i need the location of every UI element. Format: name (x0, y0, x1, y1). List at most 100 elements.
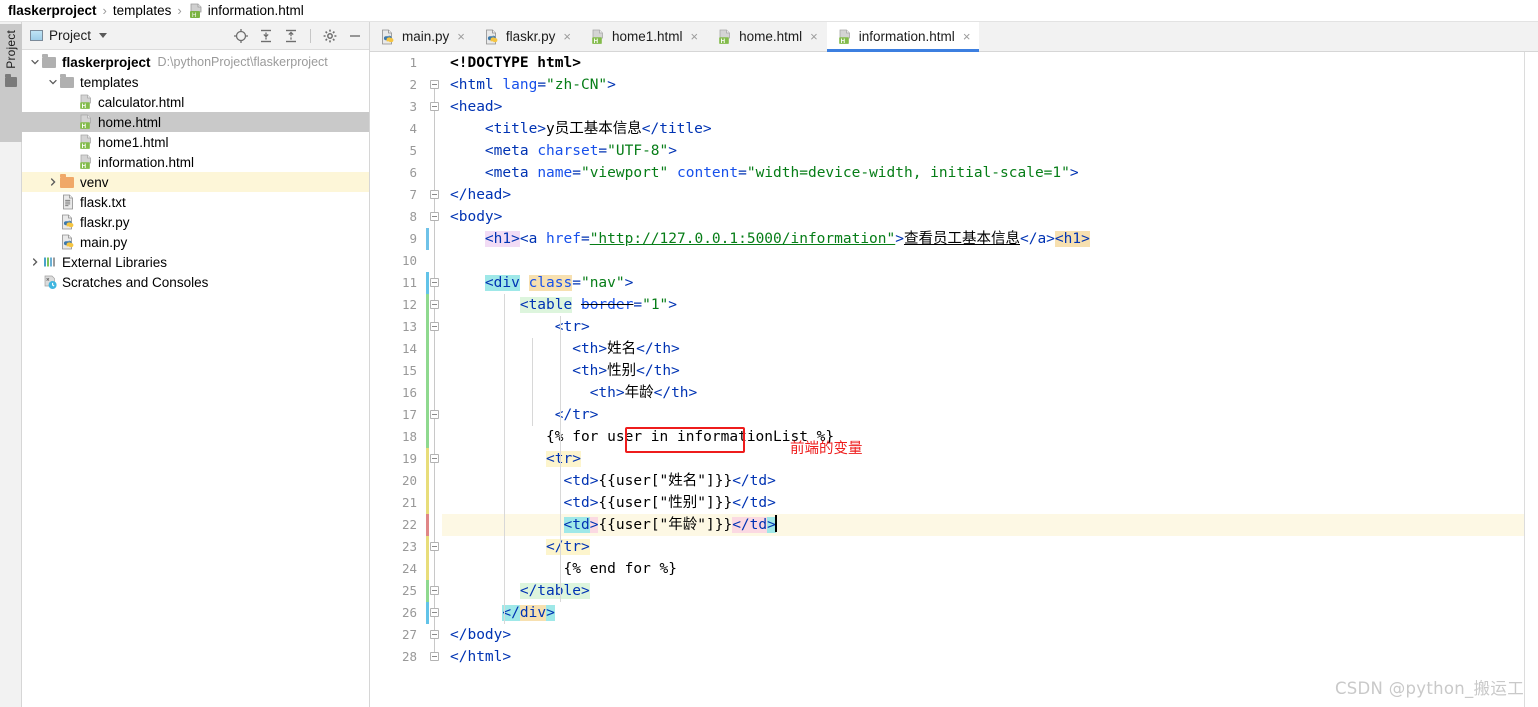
line-number: 4 (409, 121, 417, 136)
line-number: 6 (409, 165, 417, 180)
code-line[interactable]: <tr> (442, 316, 1524, 338)
close-icon[interactable]: × (563, 30, 571, 43)
gear-icon[interactable] (322, 28, 338, 44)
close-icon[interactable]: × (810, 30, 818, 43)
editor-tab-information-html[interactable]: Hinformation.html × (826, 22, 980, 52)
fold-toggle[interactable] (430, 542, 439, 551)
editor-tab-main-py[interactable]: main.py × (370, 22, 474, 51)
code-line[interactable]: </html> (442, 646, 1524, 668)
close-icon[interactable]: × (963, 30, 971, 43)
fold-toggle[interactable] (430, 212, 439, 221)
svg-text:H: H (594, 37, 599, 44)
breadcrumb-item-file[interactable]: H information.html (188, 3, 304, 19)
chevron-right-icon[interactable] (46, 177, 60, 187)
breadcrumb-item-project[interactable]: flaskerproject (8, 3, 97, 18)
fold-toggle[interactable] (430, 102, 439, 111)
code-line[interactable]: <head> (442, 96, 1524, 118)
code-line[interactable] (442, 250, 1524, 272)
chevron-right-icon[interactable] (28, 257, 42, 267)
code-line[interactable]: <meta charset="UTF-8"> (442, 140, 1524, 162)
chevron-down-icon[interactable] (28, 57, 42, 67)
code-line[interactable]: <td>{{user["年龄"]}}</td> (442, 514, 1524, 536)
code-line[interactable]: </table> (442, 580, 1524, 602)
code-line[interactable]: <table border="1"> (442, 294, 1524, 316)
code-line[interactable]: <td>{{user["性别"]}}</td> (442, 492, 1524, 514)
code-line[interactable]: </div> (442, 602, 1524, 624)
fold-toggle[interactable] (430, 652, 439, 661)
code-line[interactable]: <td>{{user["姓名"]}}</td> (442, 470, 1524, 492)
code-line[interactable]: <body> (442, 206, 1524, 228)
locate-icon[interactable] (233, 28, 249, 44)
tree-node-external-libraries[interactable]: External Libraries (22, 252, 369, 272)
code-line[interactable]: <th>性别</th> (442, 360, 1524, 382)
minimize-icon[interactable] (347, 28, 363, 44)
vcs-change-marker (426, 536, 429, 580)
tree-node-flask-txt[interactable]: flask.txt (22, 192, 369, 212)
fold-toggle[interactable] (430, 278, 439, 287)
code-line[interactable]: </body> (442, 624, 1524, 646)
code-line[interactable]: {% end for %} (442, 558, 1524, 580)
editor-right-gutter[interactable] (1524, 52, 1538, 707)
vcs-change-marker (426, 228, 429, 250)
line-number: 5 (409, 143, 417, 158)
tree-node-flaskerproject[interactable]: flaskerproject D:\pythonProject\flaskerpr… (22, 52, 369, 72)
code-line[interactable]: </head> (442, 184, 1524, 206)
code-line[interactable]: <meta name="viewport" content="width=dev… (442, 162, 1524, 184)
line-number: 21 (401, 495, 417, 510)
editor-tab-home1-html[interactable]: Hhome1.html × (580, 22, 708, 51)
tree-node-home-html[interactable]: Hhome.html (22, 112, 369, 132)
python-file-icon (484, 29, 500, 45)
fold-toggle[interactable] (430, 630, 439, 639)
fold-region-line (434, 80, 435, 652)
code-line[interactable]: <!DOCTYPE html> (442, 52, 1524, 74)
fold-toggle[interactable] (430, 608, 439, 617)
tree-node-calculator-html[interactable]: Hcalculator.html (22, 92, 369, 112)
fold-toggle[interactable] (430, 454, 439, 463)
code-line[interactable]: <th>姓名</th> (442, 338, 1524, 360)
code-line[interactable]: <tr> (442, 448, 1524, 470)
vcs-change-marker (426, 448, 429, 514)
fold-toggle[interactable] (430, 322, 439, 331)
tree-node-information-html[interactable]: Hinformation.html (22, 152, 369, 172)
code-line[interactable]: <h1><a href="http://127.0.0.1:5000/infor… (442, 228, 1524, 250)
code-line[interactable]: <th>年龄</th> (442, 382, 1524, 404)
chevron-down-icon[interactable] (46, 77, 60, 87)
code-folding-gutter[interactable] (426, 52, 442, 707)
tree-node-venv[interactable]: venv (22, 172, 369, 192)
code-line[interactable]: <html lang="zh-CN"> (442, 74, 1524, 96)
close-icon[interactable]: × (457, 30, 465, 43)
tree-node-home1-html[interactable]: Hhome1.html (22, 132, 369, 152)
tree-node-templates[interactable]: templates (22, 72, 369, 92)
tool-window-strip: Project (0, 22, 22, 707)
code-line[interactable]: </tr> (442, 536, 1524, 558)
folder-icon (60, 74, 76, 90)
tree-node-flaskr-py[interactable]: flaskr.py (22, 212, 369, 232)
code-line[interactable]: <div class="nav"> (442, 272, 1524, 294)
code-line[interactable]: <title>y员工基本信息</title> (442, 118, 1524, 140)
code-editor[interactable]: 1 2 3 4 5 6 7 8 9 10 11 12 13 14 15 16 17 18 19 20 21 22 23 24 2… (370, 52, 1538, 707)
project-panel-icon (30, 30, 43, 41)
fold-toggle[interactable] (430, 300, 439, 309)
close-icon[interactable]: × (691, 30, 699, 43)
tree-node-main-py[interactable]: main.py (22, 232, 369, 252)
code-line[interactable]: {% for user in informationList %} (442, 426, 1524, 448)
project-tree[interactable]: flaskerproject D:\pythonProject\flaskerpr… (22, 50, 369, 707)
fold-toggle[interactable] (430, 80, 439, 89)
collapse-all-icon[interactable] (283, 28, 299, 44)
tree-node-label: flaskerproject (62, 54, 151, 70)
chevron-down-icon[interactable] (99, 33, 108, 38)
tree-node-scratches-and-consoles[interactable]: Scratches and Consoles (22, 272, 369, 292)
expand-all-icon[interactable] (258, 28, 274, 44)
line-number: 9 (409, 231, 417, 246)
breadcrumb-item-templates[interactable]: templates (113, 3, 172, 18)
fold-toggle[interactable] (430, 190, 439, 199)
fold-toggle[interactable] (430, 410, 439, 419)
fold-toggle[interactable] (430, 586, 439, 595)
code-line[interactable]: </tr> (442, 404, 1524, 426)
editor-tab-flaskr-py[interactable]: flaskr.py × (473, 22, 580, 51)
code-content[interactable]: <!DOCTYPE html> <html lang="zh-CN"> <head>… (442, 52, 1524, 707)
editor-tab-home-html[interactable]: Hhome.html × (707, 22, 827, 51)
line-number: 28 (401, 649, 417, 664)
tool-strip-project-button[interactable]: Project (0, 24, 22, 142)
svg-text:H: H (840, 37, 845, 44)
